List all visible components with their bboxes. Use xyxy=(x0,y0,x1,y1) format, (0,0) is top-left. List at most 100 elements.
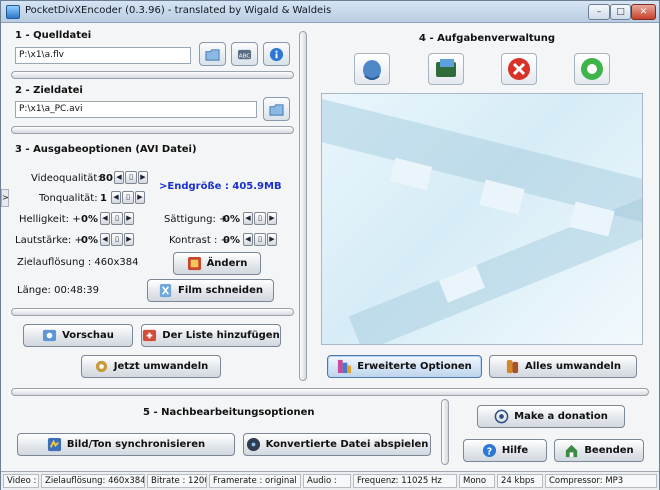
play-converted-button[interactable]: Konvertierte Datei abspielen xyxy=(243,433,431,456)
volume-label: Lautstärke: + xyxy=(15,235,83,246)
minimize-button[interactable]: – xyxy=(588,4,610,20)
close-button[interactable]: ✕ xyxy=(631,4,656,20)
donate-button[interactable]: Make a donation xyxy=(477,405,625,428)
saturation-label: Sättigung: + xyxy=(164,214,228,225)
task-list-panel[interactable] xyxy=(321,93,643,345)
increase-button[interactable]: ▶ xyxy=(124,233,134,246)
change-resolution-button[interactable]: Ändern xyxy=(173,252,261,275)
sync-button[interactable]: Bild/Ton synchronisieren xyxy=(17,433,235,456)
remove-task-button[interactable] xyxy=(501,53,537,85)
contrast-stepper[interactable]: ◀ ▯ ▶ xyxy=(243,233,277,246)
folder-icon xyxy=(269,103,284,116)
app-window: PocketDivXEncoder (0.3.96) - translated … xyxy=(0,0,660,490)
donate-icon xyxy=(494,409,509,424)
status-audio: Audio : xyxy=(303,474,351,488)
slider-thumb[interactable]: ▯ xyxy=(254,233,266,246)
contrast-label: Kontrast : + xyxy=(169,235,229,246)
source-path-input[interactable]: P:\x1\a.flv xyxy=(15,47,191,64)
load-list-icon xyxy=(436,59,456,77)
status-compressor: Compressor: MP3 xyxy=(545,474,657,488)
audio-quality-label: Tonqualität: xyxy=(39,193,98,204)
post-heading: 5 - Nachbearbeitungsoptionen xyxy=(143,407,315,418)
status-bitrate: Bitrate : 1200 xyxy=(147,474,207,488)
slider-thumb[interactable]: ▯ xyxy=(111,212,123,225)
contrast-value: 0% xyxy=(223,235,240,246)
preview-icon xyxy=(43,329,57,342)
separator xyxy=(11,308,294,316)
cut-film-label: Film schneiden xyxy=(178,285,263,296)
load-list-button[interactable] xyxy=(428,53,464,85)
remove-icon xyxy=(508,58,530,80)
quit-button[interactable]: Beenden xyxy=(554,439,644,462)
resolution-label: Zielauflösung : 460x384 xyxy=(17,257,139,268)
increase-button[interactable]: ▶ xyxy=(267,212,277,225)
decrease-button[interactable]: ◀ xyxy=(100,233,110,246)
vertical-separator xyxy=(441,399,449,465)
status-bar: Video : Zielauflösung: 460x384 Bitrate :… xyxy=(1,471,659,490)
decrease-button[interactable]: ◀ xyxy=(243,233,253,246)
advanced-options-button[interactable]: Erweiterte Optionen xyxy=(327,355,482,378)
status-mode: Mono xyxy=(459,474,495,488)
increase-button[interactable]: ▶ xyxy=(135,191,145,204)
brightness-stepper[interactable]: ◀ ▯ ▶ xyxy=(100,212,134,225)
length-label: Länge: 00:48:39 xyxy=(17,285,99,296)
convert-now-button[interactable]: Jetzt umwandeln xyxy=(81,355,221,378)
add-to-list-button[interactable]: Der Liste hinzufügen xyxy=(141,324,281,347)
decrease-button[interactable]: ◀ xyxy=(243,212,253,225)
volume-stepper[interactable]: ◀ ▯ ▶ xyxy=(100,233,134,246)
cut-film-button[interactable]: Film schneiden xyxy=(147,279,274,302)
resize-icon xyxy=(187,256,201,271)
svg-text:?: ? xyxy=(487,446,492,457)
audio-quality-stepper[interactable]: ◀ ▯ ▶ xyxy=(111,191,145,204)
target-path-input[interactable]: P:\x1\a_PC.avi xyxy=(15,101,257,118)
start-task-button[interactable] xyxy=(574,53,610,85)
vertical-separator xyxy=(299,31,307,381)
maximize-button[interactable]: □ xyxy=(610,4,631,20)
preview-button[interactable]: Vorschau xyxy=(23,324,133,347)
slider-thumb[interactable]: ▯ xyxy=(122,191,134,204)
saturation-stepper[interactable]: ◀ ▯ ▶ xyxy=(243,212,277,225)
decrease-button[interactable]: ◀ xyxy=(111,191,121,204)
status-resolution: Zielauflösung: 460x384 xyxy=(41,474,145,488)
decrease-button[interactable]: ◀ xyxy=(100,212,110,225)
help-icon: ? xyxy=(482,443,496,457)
help-label: Hilfe xyxy=(501,445,529,456)
gear-icon xyxy=(95,360,107,373)
add-task-button[interactable] xyxy=(354,53,390,85)
target-browse-button[interactable] xyxy=(263,97,290,121)
slider-thumb[interactable]: ▯ xyxy=(111,233,123,246)
add-list-icon xyxy=(143,329,157,342)
donate-label: Make a donation xyxy=(514,411,608,422)
slider-thumb[interactable]: ▯ xyxy=(254,212,266,225)
convert-all-button[interactable]: Alles umwandeln xyxy=(489,355,637,378)
folder-icon xyxy=(205,48,220,61)
svg-text:ABC: ABC xyxy=(239,53,251,59)
slider-thumb[interactable]: ▯ xyxy=(125,171,137,184)
sync-label: Bild/Ton synchronisieren xyxy=(66,439,206,450)
source-browse-button[interactable] xyxy=(199,42,226,66)
audio-quality-value: 1 xyxy=(100,193,107,204)
increase-button[interactable]: ▶ xyxy=(138,171,148,184)
help-button[interactable]: ? Hilfe xyxy=(463,439,547,462)
left-collapse-tab[interactable]: > xyxy=(1,189,9,207)
decrease-button[interactable]: ◀ xyxy=(114,171,124,184)
quit-label: Beenden xyxy=(584,445,634,456)
convert-all-icon xyxy=(506,359,519,374)
convert-all-label: Alles umwandeln xyxy=(525,361,621,372)
advanced-options-label: Erweiterte Optionen xyxy=(357,361,472,372)
video-quality-value: 80 xyxy=(99,173,113,184)
separator xyxy=(11,126,294,134)
title-bar: PocketDivXEncoder (0.3.96) - translated … xyxy=(1,1,659,23)
info-button[interactable] xyxy=(263,42,290,66)
saturation-value: 0% xyxy=(223,214,240,225)
home-exit-icon xyxy=(566,444,578,458)
video-quality-stepper[interactable]: ◀ ▯ ▶ xyxy=(114,171,148,184)
increase-button[interactable]: ▶ xyxy=(267,233,277,246)
separator xyxy=(11,388,649,396)
mouse-add-icon xyxy=(363,60,381,80)
status-video: Video : xyxy=(3,474,39,488)
increase-button[interactable]: ▶ xyxy=(124,212,134,225)
abc-button[interactable]: ABC xyxy=(231,42,258,66)
window-title: PocketDivXEncoder (0.3.96) - translated … xyxy=(25,5,332,16)
start-icon xyxy=(581,58,603,80)
